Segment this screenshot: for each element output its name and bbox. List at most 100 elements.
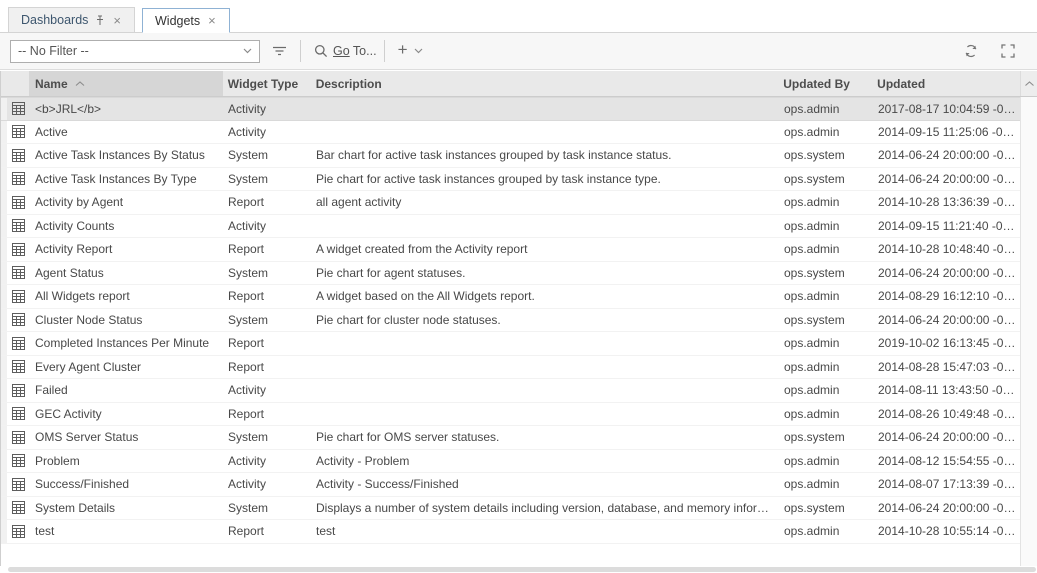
cell-name: Agent Status: [29, 266, 223, 280]
table-row[interactable]: Completed Instances Per Minute Report op…: [1, 332, 1020, 356]
table-row[interactable]: Cluster Node Status System Pie chart for…: [1, 309, 1020, 333]
cell-name: Every Agent Cluster: [29, 360, 223, 374]
cell-description: Bar chart for active task instances grou…: [311, 148, 776, 162]
widget-icon: [7, 501, 29, 514]
cell-updated: 2014-10-28 10:55:14 -0400: [869, 524, 1020, 538]
column-header-updated[interactable]: Updated: [868, 71, 1020, 96]
add-button[interactable]: +: [392, 40, 412, 62]
filter-dropdown[interactable]: -- No Filter --: [10, 40, 260, 63]
add-menu-chevron-icon[interactable]: [412, 48, 429, 54]
cell-updated-by: ops.system: [776, 313, 869, 327]
cell-description: Displays a number of system details incl…: [311, 501, 776, 515]
search-icon: [308, 44, 331, 58]
column-header-name[interactable]: Name: [29, 71, 223, 96]
table-row[interactable]: Failed Activity ops.admin 2014-08-11 13:…: [1, 379, 1020, 403]
table-row[interactable]: Success/Finished Activity Activity - Suc…: [1, 473, 1020, 497]
cell-updated: 2014-08-28 15:47:03 -0400: [869, 360, 1020, 374]
table-row[interactable]: test Report test ops.admin 2014-10-28 10…: [1, 520, 1020, 544]
tab-dashboards[interactable]: Dashboards ×: [8, 7, 135, 32]
close-icon[interactable]: ×: [207, 14, 217, 27]
widget-icon: [7, 360, 29, 373]
cell-widget-type: Activity: [223, 125, 311, 139]
cell-description: A widget created from the Activity repor…: [311, 242, 776, 256]
cell-updated: 2014-06-24 20:00:00 -0400: [869, 313, 1020, 327]
cell-widget-type: Activity: [223, 219, 311, 233]
pin-icon[interactable]: [95, 15, 105, 26]
cell-widget-type: Activity: [223, 102, 311, 116]
cell-name: Cluster Node Status: [29, 313, 223, 327]
fullscreen-icon[interactable]: [995, 44, 1021, 58]
table-row[interactable]: Active Task Instances By Type System Pie…: [1, 168, 1020, 192]
cell-name: Activity by Agent: [29, 195, 223, 209]
table-row[interactable]: GEC Activity Report ops.admin 2014-08-26…: [1, 403, 1020, 427]
cell-updated: 2014-06-24 20:00:00 -0400: [869, 430, 1020, 444]
table-row[interactable]: Activity by Agent Report all agent activ…: [1, 191, 1020, 215]
cell-description: Pie chart for OMS server statuses.: [311, 430, 776, 444]
cell-widget-type: System: [223, 148, 311, 162]
sort-asc-icon: [75, 81, 85, 86]
widget-icon: [7, 266, 29, 279]
cell-widget-type: Report: [223, 195, 311, 209]
widget-icon: [7, 172, 29, 185]
widget-icon: [7, 313, 29, 326]
tab-dashboards-label: Dashboards: [21, 13, 88, 27]
cell-updated: 2014-10-28 13:36:39 -0400: [869, 195, 1020, 209]
table-row[interactable]: System Details System Displays a number …: [1, 497, 1020, 521]
column-header-description[interactable]: Description: [311, 71, 776, 96]
cell-updated: 2017-08-17 10:04:59 -0400: [869, 102, 1020, 116]
cell-name: Active: [29, 125, 223, 139]
widget-icon: [7, 290, 29, 303]
cell-updated-by: ops.admin: [776, 454, 869, 468]
cell-widget-type: Report: [223, 360, 311, 374]
refresh-icon[interactable]: [957, 43, 985, 59]
cell-name: Activity Report: [29, 242, 223, 256]
cell-updated-by: ops.system: [776, 501, 869, 515]
cell-name: Completed Instances Per Minute: [29, 336, 223, 350]
cell-name: Problem: [29, 454, 223, 468]
table-row[interactable]: Active Activity ops.admin 2014-09-15 11:…: [1, 121, 1020, 145]
cell-name: Activity Counts: [29, 219, 223, 233]
filter-dropdown-value: -- No Filter --: [18, 44, 89, 58]
toolbar: -- No Filter -- Go To... +: [0, 33, 1037, 70]
table-row[interactable]: Every Agent Cluster Report ops.admin 201…: [1, 356, 1020, 380]
cell-widget-type: Report: [223, 407, 311, 421]
cell-updated: 2014-10-28 10:48:40 -0400: [869, 242, 1020, 256]
widget-icon: [7, 102, 29, 115]
scrollbar-up-arrow[interactable]: [1020, 71, 1037, 96]
cell-description: Activity - Problem: [311, 454, 776, 468]
cell-widget-type: Activity: [223, 454, 311, 468]
cell-updated-by: ops.admin: [776, 407, 869, 421]
cell-updated: 2014-06-24 20:00:00 -0400: [869, 501, 1020, 515]
horizontal-scrollbar[interactable]: [0, 566, 1037, 573]
cell-description: test: [311, 524, 776, 538]
table-row[interactable]: Active Task Instances By Status System B…: [1, 144, 1020, 168]
column-header-updated-by[interactable]: Updated By: [775, 71, 868, 96]
vertical-scrollbar[interactable]: [1020, 97, 1037, 566]
widget-icon: [7, 149, 29, 162]
cell-updated-by: ops.system: [776, 172, 869, 186]
cell-updated-by: ops.admin: [776, 360, 869, 374]
filter-lines-icon[interactable]: [266, 45, 293, 57]
column-header-widget-type[interactable]: Widget Type: [223, 71, 311, 96]
table-row[interactable]: Activity Report Report A widget created …: [1, 238, 1020, 262]
go-to-button[interactable]: Go To...: [333, 44, 377, 58]
horizontal-scrollbar-thumb[interactable]: [8, 567, 1036, 572]
cell-updated-by: ops.admin: [776, 289, 869, 303]
close-icon[interactable]: ×: [112, 14, 122, 27]
table-row[interactable]: OMS Server Status System Pie chart for O…: [1, 426, 1020, 450]
table-row[interactable]: <b>JRL</b> Activity ops.admin 2017-08-17…: [1, 97, 1020, 121]
table-row[interactable]: All Widgets report Report A widget based…: [1, 285, 1020, 309]
table-row[interactable]: Agent Status System Pie chart for agent …: [1, 262, 1020, 286]
cell-updated: 2019-10-02 16:13:45 -0400: [869, 336, 1020, 350]
widget-icon: [7, 431, 29, 444]
cell-name: Success/Finished: [29, 477, 223, 491]
cell-widget-type: System: [223, 313, 311, 327]
cell-updated: 2014-06-24 20:00:00 -0400: [869, 172, 1020, 186]
tab-widgets[interactable]: Widgets ×: [142, 8, 230, 33]
cell-name: Active Task Instances By Type: [29, 172, 223, 186]
table-row[interactable]: Activity Counts Activity ops.admin 2014-…: [1, 215, 1020, 239]
table-row[interactable]: Problem Activity Activity - Problem ops.…: [1, 450, 1020, 474]
cell-widget-type: Activity: [223, 477, 311, 491]
tab-widgets-label: Widgets: [155, 14, 200, 28]
cell-widget-type: Report: [223, 524, 311, 538]
